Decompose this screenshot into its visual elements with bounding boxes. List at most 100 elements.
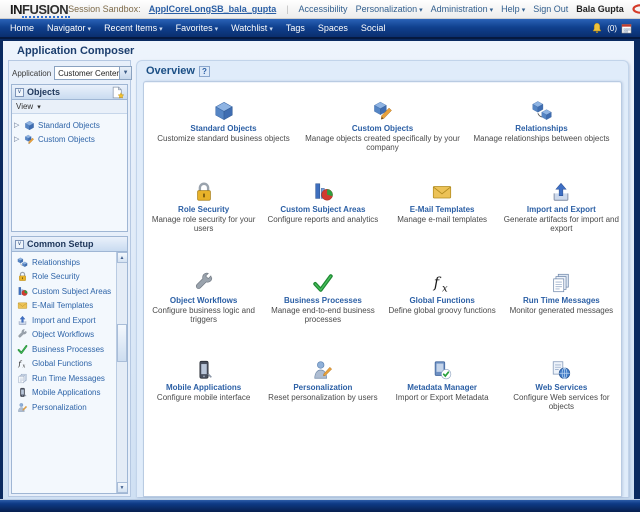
common-setup-item-role-security[interactable]: Role Security <box>17 270 116 285</box>
page-canvas: Application Composer Application Custome… <box>3 41 634 499</box>
chevron-down-icon: ▾ <box>490 7 494 14</box>
check-icon[interactable] <box>263 269 382 294</box>
cube-icon <box>24 120 35 131</box>
overview-tile-link[interactable]: Mobile Applications <box>144 383 263 392</box>
fx-icon[interactable]: fx <box>383 269 502 294</box>
overview-tile-link[interactable]: Global Functions <box>383 296 502 305</box>
nav-item-watchlist[interactable]: Watchlist▾ <box>231 23 273 33</box>
nav-item-home[interactable]: Home <box>10 23 34 33</box>
collapse-icon[interactable]: ∨ <box>15 240 24 249</box>
administration-menu[interactable]: Administration▾ <box>431 4 494 14</box>
overview-tile-link[interactable]: E-Mail Templates <box>383 205 502 214</box>
view-menu-button[interactable]: View ▾ <box>12 100 127 114</box>
metadata-icon[interactable] <box>383 356 502 381</box>
common-setup-item-object-workflows[interactable]: Object Workflows <box>17 328 116 343</box>
scrollbar[interactable]: ▲ ▼ <box>116 252 127 493</box>
nav-item-navigator[interactable]: Navigator▾ <box>47 23 91 33</box>
common-setup-item-custom-subject-areas[interactable]: Custom Subject Areas <box>17 284 116 299</box>
chevron-down-icon: ▾ <box>88 26 92 33</box>
new-object-icon[interactable] <box>111 86 124 99</box>
common-setup-panel-title: Common Setup <box>27 239 124 249</box>
scroll-up-icon[interactable]: ▲ <box>117 252 128 263</box>
overview-tile-link[interactable]: Role Security <box>144 205 263 214</box>
accessibility-link[interactable]: Accessibility <box>299 4 348 14</box>
overview-tile-description: Configure reports and analytics <box>263 215 382 224</box>
personalization-menu[interactable]: Personalization▾ <box>356 4 423 14</box>
overview-tile-description: Manage relationships between objects <box>462 134 621 143</box>
collapse-icon[interactable]: ∨ <box>15 88 24 97</box>
overview-tile-link[interactable]: Web Services <box>502 383 621 392</box>
overview-tile: Metadata Manager Import or Export Metada… <box>383 356 502 411</box>
common-setup-item-personalization[interactable]: Personalization <box>17 400 116 415</box>
overview-tile-link[interactable]: Custom Subject Areas <box>263 205 382 214</box>
overview-tile: Custom Objects Manage objects created sp… <box>303 97 462 152</box>
common-setup-item-business-processes[interactable]: Business Processes <box>17 342 116 357</box>
overview-tile-link[interactable]: Standard Objects <box>144 124 303 133</box>
expand-icon[interactable]: ▷ <box>14 121 21 129</box>
calendar-icon[interactable] <box>621 23 632 34</box>
sign-out-link[interactable]: Sign Out <box>533 4 568 14</box>
nav-item-favorites[interactable]: Favorites▾ <box>176 23 219 33</box>
content-frame: Application Composer Application Custome… <box>0 41 640 512</box>
nav-item-social[interactable]: Social <box>361 23 386 33</box>
custom-cube-icon[interactable] <box>303 97 462 122</box>
scrollbar-thumb[interactable] <box>117 324 127 362</box>
custom-cube-icon <box>24 134 35 145</box>
common-setup-item-label: Global Functions <box>32 359 92 368</box>
lock-icon[interactable] <box>144 178 263 203</box>
import-export-icon[interactable] <box>502 178 621 203</box>
messages-icon[interactable] <box>502 269 621 294</box>
common-setup-item-label: Personalization <box>32 403 87 412</box>
mobile-icon[interactable] <box>144 356 263 381</box>
chevron-down-icon[interactable]: ▼ <box>119 67 131 79</box>
personalization-icon <box>17 402 28 413</box>
overview-tile-description: Manage objects created specifically by y… <box>303 134 462 152</box>
nav-item-tags[interactable]: Tags <box>286 23 305 33</box>
sidebar: Application Customer Center ▼ ∨ Objects … <box>8 60 131 497</box>
session-sandbox-link[interactable]: ApplCoreLongSB_bala_gupta <box>149 4 277 14</box>
common-setup-item-relationships[interactable]: Relationships <box>17 255 116 270</box>
relationships-icon[interactable] <box>462 97 621 122</box>
overview-tile-link[interactable]: Metadata Manager <box>383 383 502 392</box>
common-setup-item-import-export[interactable]: Import and Export <box>17 313 116 328</box>
common-setup-item-email-templates[interactable]: E-Mail Templates <box>17 299 116 314</box>
overview-tile-link[interactable]: Object Workflows <box>144 296 263 305</box>
scrollbar-track[interactable] <box>117 263 127 482</box>
overview-panel: Overview ? Standard Objects Customize st… <box>136 60 629 497</box>
overview-tile-description: Manage role security for your users <box>144 215 263 233</box>
cube-icon[interactable] <box>144 97 303 122</box>
help-icon[interactable]: ? <box>199 66 210 77</box>
expand-icon[interactable]: ▷ <box>14 135 21 143</box>
help-menu[interactable]: Help▾ <box>501 4 525 14</box>
common-setup-panel: ∨ Common Setup Relationships Role Securi… <box>11 236 128 494</box>
webservices-icon[interactable] <box>502 356 621 381</box>
tree-item-custom-objects[interactable]: ▷ Custom Objects <box>14 132 125 146</box>
common-setup-list: Relationships Role Security Custom Subje… <box>12 252 116 493</box>
common-setup-item-run-time-messages[interactable]: Run Time Messages <box>17 371 116 386</box>
email-icon[interactable] <box>383 178 502 203</box>
subject-areas-icon[interactable] <box>263 178 382 203</box>
overview-tile-link[interactable]: Personalization <box>263 383 382 392</box>
svg-text:f: f <box>17 359 22 368</box>
tree-item-standard-objects[interactable]: ▷ Standard Objects <box>14 118 125 132</box>
wrench-icon[interactable] <box>144 269 263 294</box>
overview-tile-link[interactable]: Custom Objects <box>303 124 462 133</box>
common-setup-item-mobile-applications[interactable]: Mobile Applications <box>17 386 116 401</box>
overview-tile-link[interactable]: Relationships <box>462 124 621 133</box>
overview-tile-link[interactable]: Import and Export <box>502 205 621 214</box>
subject-areas-icon <box>17 286 28 297</box>
notifications-bell-icon[interactable] <box>591 22 603 34</box>
nav-item-spaces[interactable]: Spaces <box>318 23 348 33</box>
common-setup-item-global-functions[interactable]: fxGlobal Functions <box>17 357 116 372</box>
overview-tile-link[interactable]: Business Processes <box>263 296 382 305</box>
common-setup-item-label: Import and Export <box>32 316 96 325</box>
scroll-down-icon[interactable]: ▼ <box>117 482 128 493</box>
page-title: Application Composer <box>3 41 634 60</box>
application-select[interactable]: Customer Center ▼ <box>54 66 132 80</box>
logo-rest: FUSION <box>22 2 68 17</box>
nav-item-recent-items[interactable]: Recent Items▾ <box>104 23 163 33</box>
personalization-icon[interactable] <box>263 356 382 381</box>
help-menu-label: Help <box>501 4 520 14</box>
tree-item-label: Standard Objects <box>38 121 100 130</box>
overview-tile-link[interactable]: Run Time Messages <box>502 296 621 305</box>
